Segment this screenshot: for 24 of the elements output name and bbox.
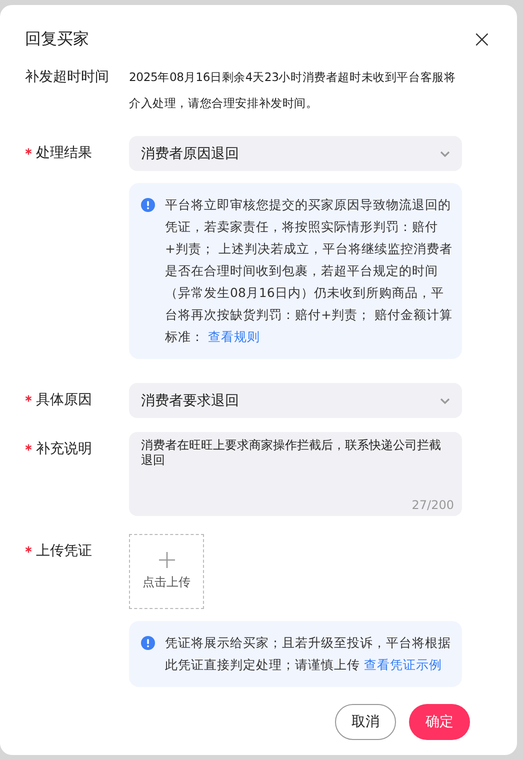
link[interactable]: 查看规则 [208,329,260,344]
select-field[interactable]: 消费者要求退回 [129,383,462,418]
info-icon [141,636,155,650]
char-counter: 27/200 [412,498,454,512]
info-icon [141,198,155,212]
notice-text: 平台将立即审核您提交的买家原因导致物流退回的凭证，若卖家责任，将按照实际情形判罚：赔付+判责； 上述判决若成立，平台将继续监控消费者是否在合理时间收到包裹，若超平台规定的时间（异常发生08月16日内）仍未收到所购商品，平台将再次按缺货判罚：赔付+判责； 赔付金额计算标准： 查看规则 [165,196,454,346]
confirm-button[interactable]: 确定 [409,704,470,740]
field-label: 补发超时时间 [25,68,110,87]
field-label: 补充说明 [36,440,92,459]
chevron-down-icon [440,398,450,404]
deadline-text: 2025年08月16日剩余4天23小时消费者超时未收到平台客服将介入处理，请您合理安排补发时间。 [129,69,457,112]
textarea-field[interactable]: 消费者在旺旺上要求商家操作拦截后，联系快递公司拦截退回 27/200 [129,432,462,516]
plus-icon [158,552,174,568]
dialog-title: 回复买家 [25,28,89,50]
select-field[interactable]: 消费者原因退回 [129,136,462,171]
field-label: 具体原因 [36,391,92,410]
notice-text: 凭证将展示给买家；且若升级至投诉，平台将根据此凭证直接判定处理；请谨慎上传 查看凭证示例 [165,634,452,674]
close-button[interactable]: × [472,29,492,49]
upload-button[interactable]: 点击上传 [129,534,204,609]
link[interactable]: 查看凭证示例 [364,657,442,672]
chevron-down-icon [440,150,450,156]
field-label: 上传凭证 [36,542,92,561]
cancel-button[interactable]: 取消 [335,704,396,740]
field-label: 处理结果 [36,144,92,163]
